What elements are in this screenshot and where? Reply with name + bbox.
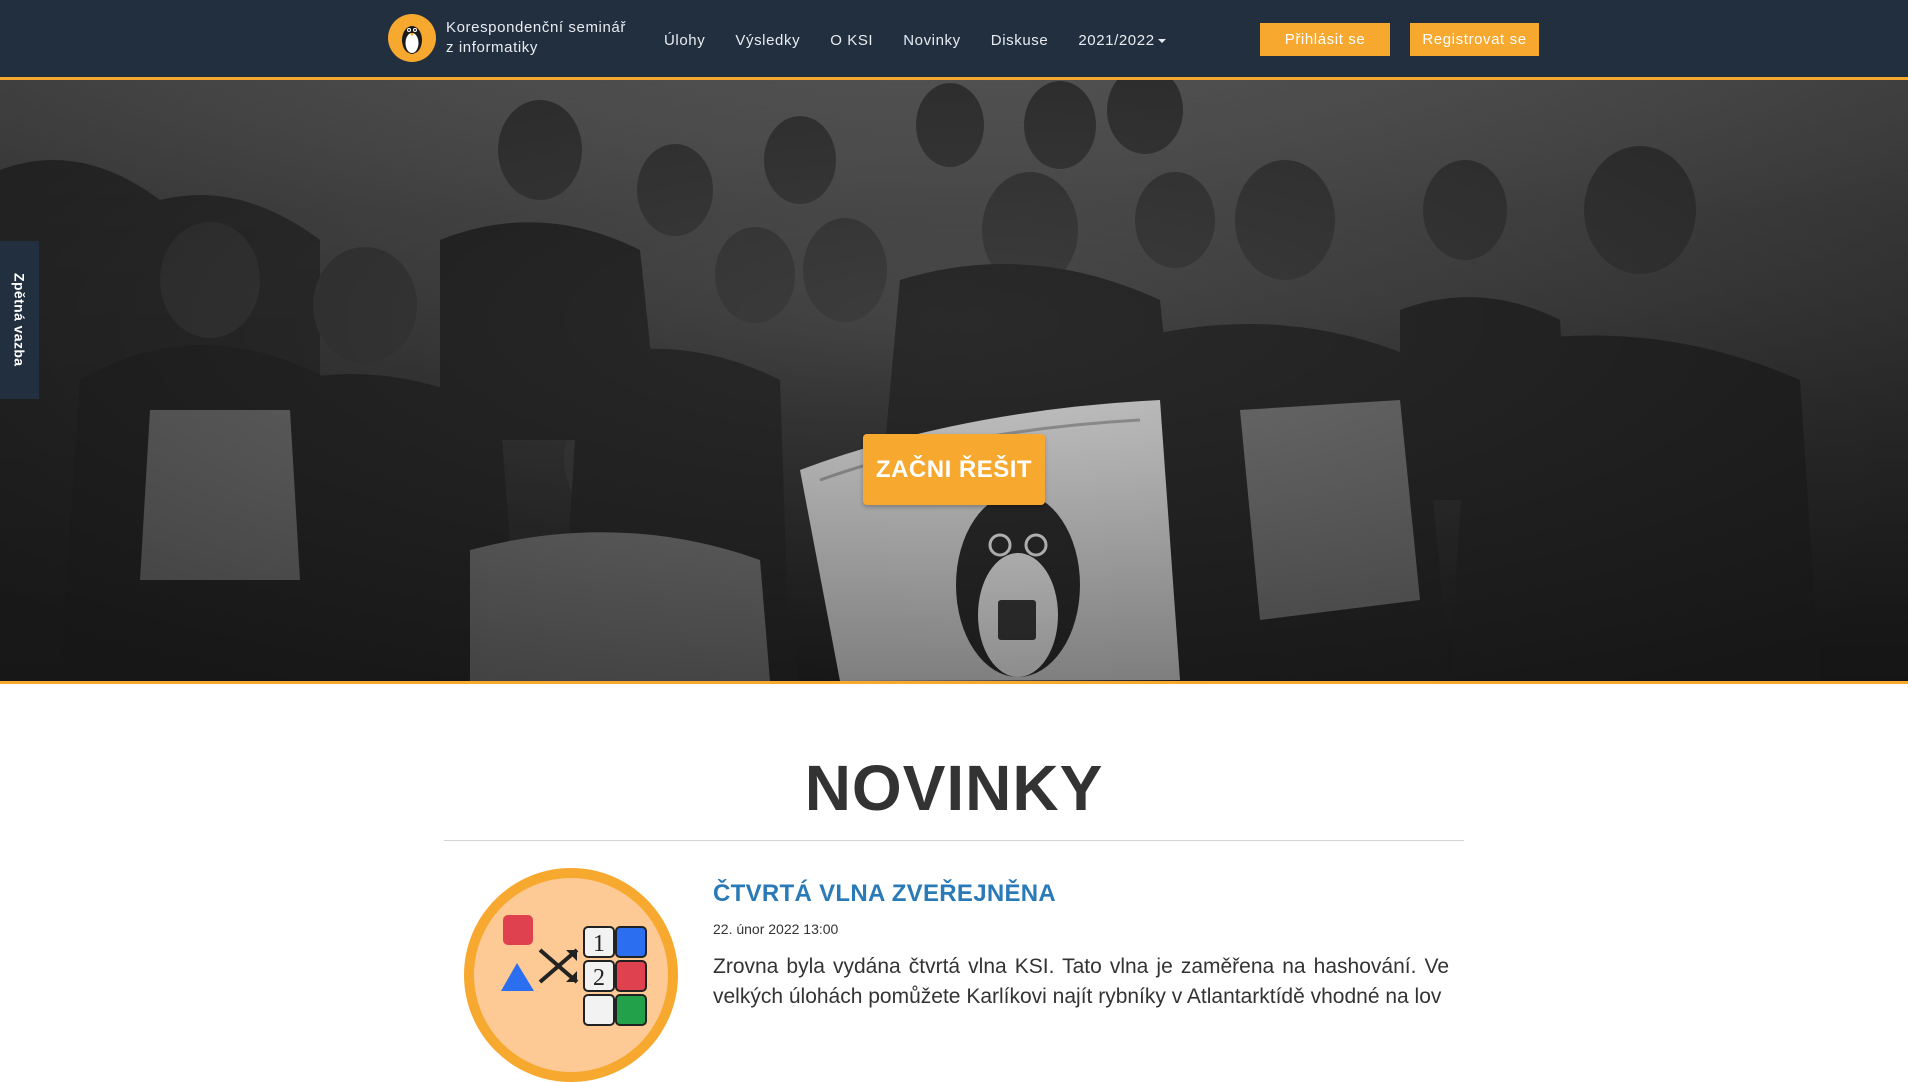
brand-name: Korespondenční seminář z informatiky	[446, 18, 626, 58]
year-dropdown[interactable]: 2021/2022	[1078, 31, 1166, 49]
news-item-title[interactable]: ČTVRTÁ VLNA ZVEŘEJNĚNA	[713, 880, 1056, 908]
section-divider	[444, 840, 1464, 841]
hero-banner: ZAČNI ŘEŠIT	[0, 80, 1908, 684]
penguin-icon	[388, 14, 436, 62]
group-photo-image	[0, 80, 1908, 681]
nav-item-vysledky[interactable]: Výsledky	[735, 32, 800, 49]
thumb-digit-2: 2	[593, 965, 605, 991]
caret-down-icon	[1157, 38, 1166, 43]
news-item-text: Zrovna byla vydána čtvrtá vlna KSI. Tato…	[713, 955, 1449, 1008]
thumb-digit-1: 1	[593, 931, 605, 957]
news-item-date: 22. únor 2022 13:00	[713, 921, 839, 937]
year-dropdown-label: 2021/2022	[1078, 31, 1155, 49]
top-navbar: Korespondenční seminář z informatiky Úlo…	[0, 0, 1908, 80]
brand-home-link[interactable]: Korespondenční seminář z informatiky	[388, 14, 626, 62]
feedback-label: Zpětná vazba	[11, 273, 28, 367]
brand-line-1: Korespondenční seminář	[446, 19, 626, 36]
nav-item-o-ksi[interactable]: O KSI	[830, 32, 873, 49]
register-button[interactable]: Registrovat se	[1410, 23, 1539, 56]
login-button[interactable]: Přihlásit se	[1260, 23, 1390, 56]
start-solving-button[interactable]: ZAČNI ŘEŠIT	[863, 434, 1045, 505]
nav-item-ulohy[interactable]: Úlohy	[664, 32, 705, 49]
nav-item-novinky[interactable]: Novinky	[903, 32, 961, 49]
news-section-title: NOVINKY	[804, 752, 1104, 824]
news-thumbnail[interactable]: 1 2	[464, 868, 678, 1082]
brand-line-2: z informatiky	[446, 39, 538, 56]
nav-item-diskuse[interactable]: Diskuse	[991, 32, 1049, 49]
main-nav: Úlohy Výsledky O KSI Novinky Diskuse 202…	[664, 0, 1196, 80]
feedback-tab[interactable]: Zpětná vazba	[0, 241, 39, 399]
hashing-illustration-icon: 1 2	[474, 878, 668, 1072]
